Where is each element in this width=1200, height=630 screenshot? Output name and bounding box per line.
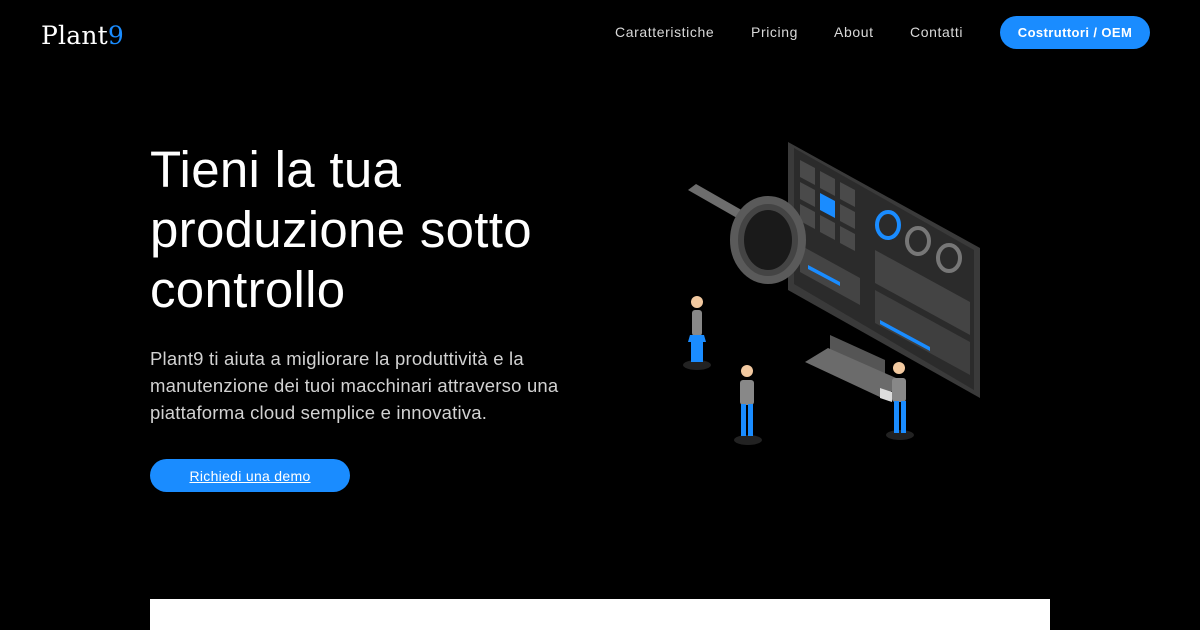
content-panel bbox=[150, 599, 1050, 630]
logo-text: Plant bbox=[41, 21, 108, 50]
magnifier-icon bbox=[688, 184, 806, 284]
hero-title-line-3: controllo bbox=[150, 261, 346, 318]
nav-link-pricing[interactable]: Pricing bbox=[751, 24, 798, 40]
hero-subtitle: Plant9 ti aiuta a migliorare la produtti… bbox=[150, 348, 559, 423]
person-man-left bbox=[734, 365, 762, 445]
person-woman bbox=[683, 296, 711, 370]
hero-title-line-2: produzione sotto bbox=[150, 201, 532, 258]
nav-link-contatti[interactable]: Contatti bbox=[910, 24, 963, 40]
nav-link-about[interactable]: About bbox=[834, 24, 874, 40]
oem-button[interactable]: Costruttori / OEM bbox=[1000, 16, 1150, 49]
logo[interactable]: Plant9 bbox=[41, 21, 124, 50]
dashboard-illustration bbox=[683, 142, 980, 445]
hero-title-line-1: Tieni la tua bbox=[150, 141, 402, 198]
hero-title: Tieni la tua produzione sotto controllo bbox=[150, 140, 630, 320]
logo-accent: 9 bbox=[107, 21, 124, 50]
nav-link-caratteristiche[interactable]: Caratteristiche bbox=[615, 24, 714, 40]
request-demo-button[interactable]: Richiedi una demo bbox=[150, 459, 350, 492]
